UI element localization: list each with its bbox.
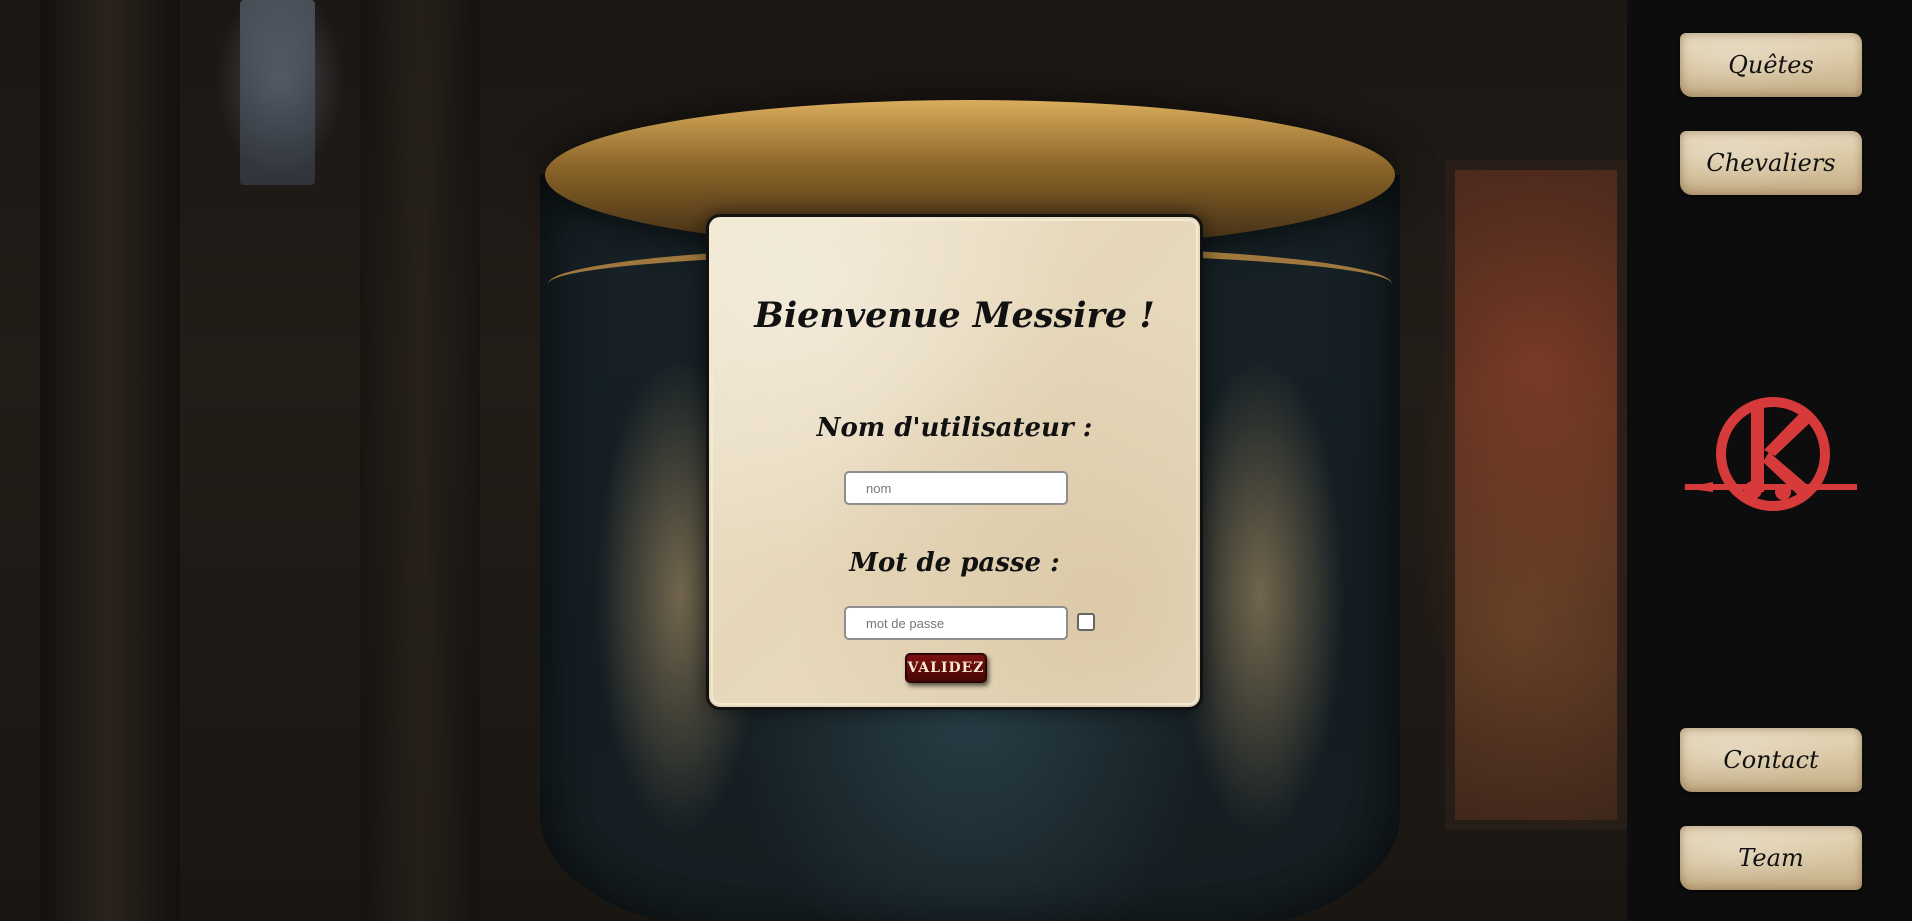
nav-team-button[interactable]: Team (1680, 826, 1862, 890)
background-pillar (40, 0, 180, 921)
background-tapestry (1445, 160, 1627, 830)
password-label: Mot de passe : (849, 548, 1060, 578)
sidebar: Quêtes Chevaliers Contact Team (1627, 0, 1912, 921)
login-card: Bienvenue Messire ! Nom d'utilisateur : … (706, 214, 1203, 710)
background-window (240, 0, 315, 185)
username-label: Nom d'utilisateur : (816, 413, 1093, 443)
show-password-checkbox[interactable] (1077, 613, 1095, 631)
page-title: Bienvenue Messire ! (754, 295, 1155, 336)
background-pillar (360, 0, 480, 921)
page: Quêtes Chevaliers Contact Team Bienvenue… (0, 0, 1912, 921)
nav-contact-button[interactable]: Contact (1680, 728, 1862, 792)
nav-quetes-button[interactable]: Quêtes (1680, 33, 1862, 97)
nav-chevaliers-button[interactable]: Chevaliers (1680, 131, 1862, 195)
password-input[interactable] (844, 606, 1068, 640)
username-input[interactable] (844, 471, 1068, 505)
k-emblem-logo-icon (1683, 397, 1857, 511)
submit-button[interactable]: VALIDEZ (905, 653, 987, 683)
